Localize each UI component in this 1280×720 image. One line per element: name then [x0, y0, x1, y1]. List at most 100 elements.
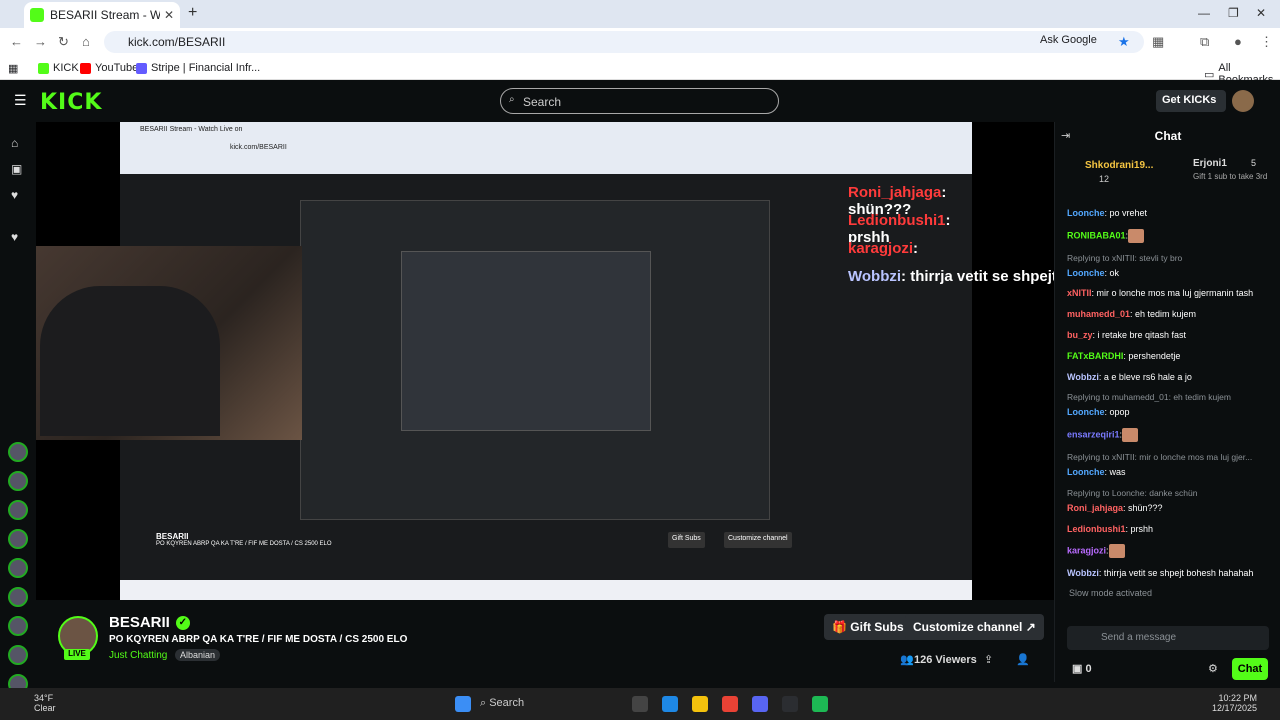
menu-icon[interactable]: ⋮	[1260, 34, 1273, 50]
hamburger-menu-icon[interactable]: ☰	[14, 92, 27, 109]
extension-icon[interactable]: ▦	[1152, 34, 1164, 50]
back-icon[interactable]: ←	[10, 34, 23, 49]
followed-channel-avatar[interactable]	[8, 500, 28, 520]
minimize-icon[interactable]: —	[1198, 6, 1210, 20]
apps-icon[interactable]: ▦	[8, 62, 18, 75]
restore-icon[interactable]: ❐	[1228, 6, 1239, 20]
emote-icon	[1108, 544, 1125, 559]
chat-username[interactable]: Wobbzi	[1067, 372, 1099, 382]
chat-username[interactable]: karagjozi	[1067, 546, 1106, 556]
close-tab-icon[interactable]: ✕	[164, 8, 174, 22]
chat-username[interactable]: ensarzeqiri1	[1067, 430, 1120, 440]
chat-username[interactable]: Ledionbushi1	[1067, 524, 1126, 534]
followed-channel-avatar[interactable]	[8, 587, 28, 607]
close-window-icon[interactable]: ✕	[1256, 6, 1266, 20]
webcam-overlay	[36, 246, 302, 440]
kick-logo[interactable]: KICK	[40, 90, 102, 115]
taskbar-search[interactable]: ⌕ Search	[480, 694, 620, 714]
edge-icon[interactable]	[662, 696, 678, 712]
stream-tag[interactable]: Albanian	[175, 649, 221, 661]
chat-message: Roni_jahjaga: shün???	[1067, 503, 1273, 514]
external-link-icon: ↗	[1025, 620, 1036, 634]
bookmark-youtube[interactable]: YouTube	[80, 62, 138, 74]
chat-message: Loonche: po vrehet	[1067, 208, 1273, 219]
gift-icon: 🎁	[832, 620, 851, 634]
search-input[interactable]: ⌕ Search	[500, 88, 779, 114]
chat-message-input[interactable]: Send a message	[1067, 626, 1269, 650]
video-player[interactable]: BESARII Stream - Watch Live on kick.com/…	[36, 122, 1054, 600]
file-explorer-icon[interactable]	[692, 696, 708, 712]
kick-bookmark-icon	[38, 62, 49, 74]
chat-message: muhamedd_01: eh tedim kujem	[1067, 309, 1273, 320]
captured-gift-subs: Gift Subs	[668, 532, 705, 548]
streamer-name[interactable]: BESARII ✓	[109, 614, 190, 631]
chat-username[interactable]: Loonche	[1067, 407, 1105, 417]
folder-icon: ▭	[1204, 68, 1215, 81]
url-field[interactable]: kick.com/BESARII	[104, 31, 1144, 53]
followed-channel-avatar[interactable]	[8, 471, 28, 491]
windows-start-icon[interactable]	[455, 696, 471, 712]
home-icon[interactable]: ⌂	[82, 34, 90, 49]
chat-message: Loonche: ok	[1067, 268, 1273, 279]
followed-channel-avatar[interactable]	[8, 616, 28, 636]
discord-icon[interactable]	[752, 696, 768, 712]
bookmark-stripe[interactable]: Stripe | Financial Infr...	[136, 62, 260, 74]
follow-user-icon[interactable]: 👤	[1016, 653, 1030, 666]
leader-name: Shkodrani19...	[1085, 160, 1154, 171]
forward-icon[interactable]: →	[34, 34, 47, 49]
followed-heart-icon[interactable]: ♥	[11, 230, 18, 244]
search-icon: ⌕	[480, 697, 490, 709]
ask-google-button[interactable]: Ask Google	[1040, 34, 1097, 46]
chat-username[interactable]: xNITII	[1067, 288, 1092, 298]
home-nav-icon[interactable]: ⌂	[11, 136, 18, 150]
steam-icon[interactable]	[782, 696, 798, 712]
browser-tab[interactable]: BESARII Stream - Watch Live on ✕	[24, 2, 180, 28]
followed-channel-avatar[interactable]	[8, 558, 28, 578]
browser-tab-bar: BESARII Stream - Watch Live on ✕ + — ❐ ✕	[0, 0, 1280, 28]
captured-browser-chrome: BESARII Stream - Watch Live on kick.com/…	[120, 122, 972, 174]
send-chat-button[interactable]: Chat	[1232, 658, 1268, 680]
second-count: 5	[1251, 158, 1257, 168]
chat-username[interactable]: FATxBARDHI	[1067, 351, 1123, 361]
share-icon[interactable]: ⇪	[984, 653, 993, 666]
chat-username[interactable]: Loonche	[1067, 208, 1105, 218]
chat-username[interactable]: Roni_jahjaga	[1067, 503, 1123, 513]
chat-text: : i retake bre qitash fast	[1092, 329, 1187, 340]
followed-channel-avatar[interactable]	[8, 529, 28, 549]
followed-channel-avatar[interactable]	[8, 645, 28, 665]
nested-stream-capture-inner	[401, 251, 651, 431]
chrome-icon[interactable]	[722, 696, 738, 712]
chat-username[interactable]: bu_zy	[1067, 330, 1093, 340]
chat-username[interactable]: Loonche	[1067, 268, 1105, 278]
channel-points[interactable]: ▣ 0	[1072, 662, 1092, 675]
second-name: Erjoni1	[1193, 158, 1227, 169]
chat-settings-gear-icon[interactable]: ⚙	[1208, 662, 1218, 675]
bookmark-star-icon[interactable]: ★	[1118, 34, 1130, 50]
followed-channel-avatar[interactable]	[8, 442, 28, 462]
chat-text: : prshh	[1125, 523, 1154, 534]
chat-reply-context: Replying to xNITII: stevli ty bro	[1067, 252, 1183, 263]
chat-username[interactable]: muhamedd_01	[1067, 309, 1130, 319]
stream-category[interactable]: Just Chatting	[109, 650, 167, 661]
chat-username[interactable]: Wobbzi	[1067, 568, 1099, 578]
user-avatar[interactable]	[1232, 90, 1254, 112]
weather-widget[interactable]: 34°F Clear	[34, 693, 56, 713]
stream-title: PO KQYREN ABRP QA KA T'RE / FIF ME DOSTA…	[109, 634, 408, 645]
extensions-puzzle-icon[interactable]: ⧉	[1200, 34, 1209, 50]
chat-username[interactable]: RONIBABA01	[1067, 230, 1126, 240]
customize-channel-button[interactable]: Customize channel ↗	[905, 614, 1044, 640]
browse-nav-icon[interactable]: ▣	[11, 162, 22, 176]
task-view-icon[interactable]	[632, 696, 648, 712]
chat-reply-context: Replying to xNITII: mir o lonche mos ma …	[1067, 451, 1253, 462]
new-tab-button[interactable]: +	[188, 4, 197, 22]
gift-subs-button[interactable]: 🎁 Gift Subs	[824, 614, 912, 640]
bookmark-kick[interactable]: KICK	[38, 62, 79, 74]
chat-username[interactable]: Loonche	[1067, 467, 1105, 477]
spotify-icon[interactable]	[812, 696, 828, 712]
reload-icon[interactable]: ↻	[58, 34, 69, 50]
profile-icon[interactable]: ●	[1234, 34, 1242, 49]
leaderboard-note: Gift 1 sub to take 3rd	[1193, 172, 1268, 181]
following-nav-icon[interactable]: ♥	[11, 188, 18, 202]
get-kicks-button[interactable]: Get KICKs	[1156, 90, 1226, 112]
chat-header: Chat	[1154, 129, 1182, 143]
